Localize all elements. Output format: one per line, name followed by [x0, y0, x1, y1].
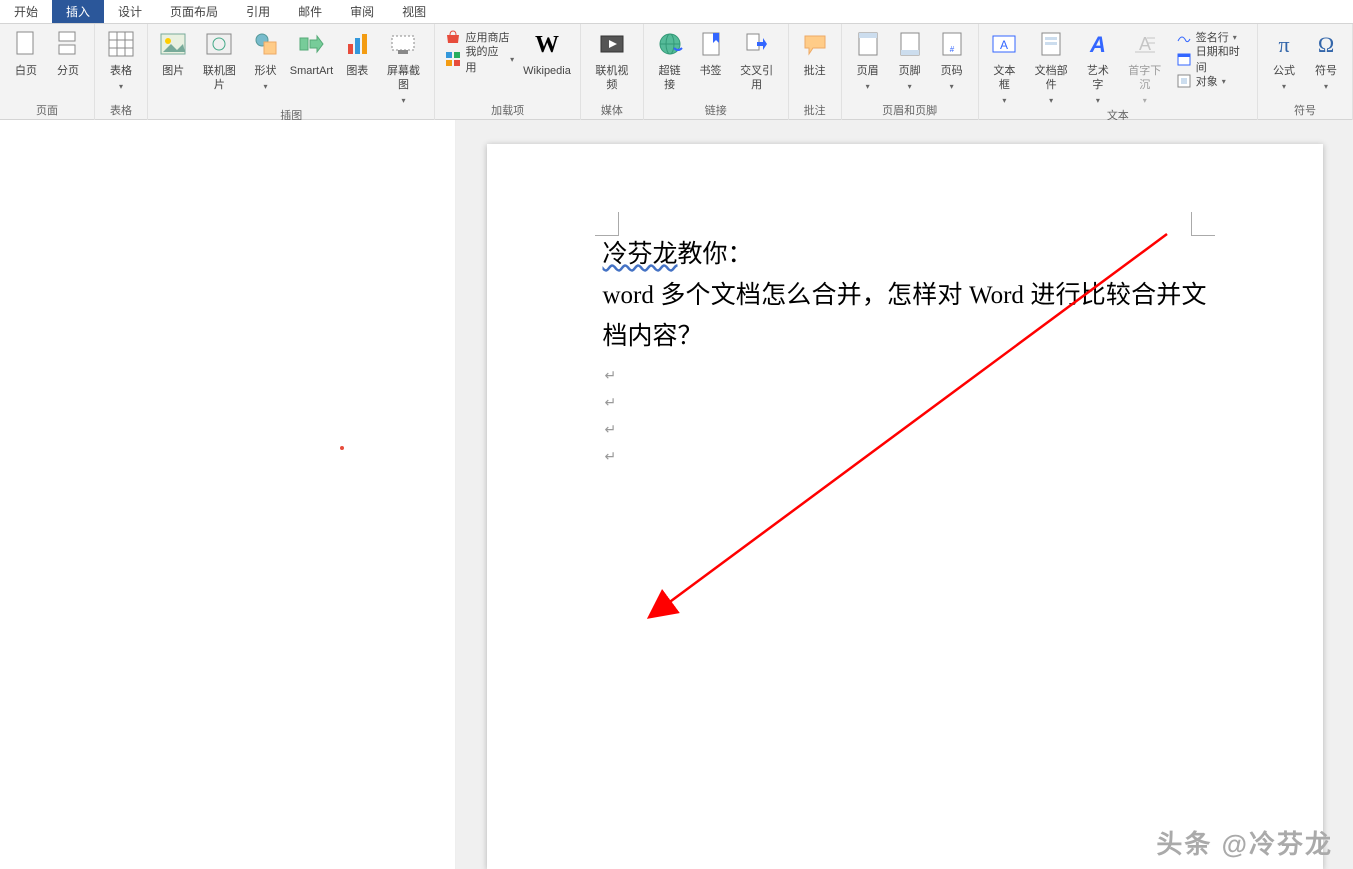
ribbon-tabs: 开始 插入 设计 页面布局 引用 邮件 审阅 视图 [0, 0, 1353, 24]
chart-button[interactable]: 图表 [338, 26, 376, 80]
smartart-icon [295, 28, 327, 60]
table-icon [105, 28, 137, 60]
parts-icon [1035, 28, 1067, 60]
tab-references[interactable]: 引用 [232, 0, 284, 23]
group-illustrations: 图片 联机图片 形状 SmartArt 图表 屏幕截图 插 [148, 24, 435, 120]
page-number-icon: # [936, 28, 968, 60]
tab-view[interactable]: 视图 [388, 0, 440, 23]
group-pages: 白页 分页 页面 [0, 24, 95, 120]
quick-parts-button[interactable]: 文档部件 [1026, 26, 1076, 107]
equation-icon: π [1268, 28, 1300, 60]
hyperlink-button[interactable]: 超链接 [650, 26, 689, 94]
tab-insert[interactable]: 插入 [52, 0, 104, 23]
workspace: 冷芬龙教你： word 多个文档怎么合并，怎样对 Word 进行比较合并文档内容… [0, 120, 1353, 869]
tab-mail[interactable]: 邮件 [284, 0, 336, 23]
group-links: 超链接 书签 交叉引用 链接 [644, 24, 789, 120]
shapes-button[interactable]: 形状 [246, 26, 284, 93]
bookmark-icon [695, 28, 727, 60]
watermark: 头条 @冷芬龙 [1156, 824, 1333, 861]
my-apps-button[interactable]: 我的应用 [441, 48, 518, 70]
group-label-links: 链接 [705, 102, 727, 118]
group-label-header-footer: 页眉和页脚 [882, 102, 937, 118]
equation-button[interactable]: π 公式 [1264, 26, 1304, 93]
group-header-footer: 页眉 页脚 # 页码 页眉和页脚 [842, 24, 979, 120]
page-break-button[interactable]: 分页 [48, 26, 88, 80]
red-arrow-annotation [547, 214, 1247, 694]
object-button[interactable]: 对象 [1172, 70, 1251, 92]
tab-review[interactable]: 审阅 [336, 0, 388, 23]
group-comments: 批注 批注 [789, 24, 842, 120]
drop-cap-icon: A [1129, 28, 1161, 60]
wikipedia-button[interactable]: W Wikipedia [520, 26, 574, 80]
store-icon [445, 29, 461, 45]
document-page[interactable]: 冷芬龙教你： word 多个文档怎么合并，怎样对 Word 进行比较合并文档内容… [487, 144, 1323, 869]
group-symbols: π 公式 Ω 符号 符号 [1258, 24, 1353, 120]
group-tables: 表格 表格 [95, 24, 148, 120]
date-icon [1176, 51, 1192, 67]
navigation-pane[interactable] [0, 120, 456, 869]
cross-reference-button[interactable]: 交叉引用 [732, 26, 782, 94]
my-apps-icon [445, 51, 461, 67]
svg-text:W: W [535, 32, 559, 58]
hyperlink-icon [654, 28, 686, 60]
svg-text:π: π [1278, 32, 1289, 57]
online-picture-icon [203, 28, 235, 60]
textbox-button[interactable]: A 文本框 [985, 26, 1025, 107]
svg-text:A: A [1089, 32, 1106, 57]
video-icon [596, 28, 628, 60]
chart-icon [341, 28, 373, 60]
textbox-icon: A [988, 28, 1020, 60]
tab-design[interactable]: 设计 [104, 0, 156, 23]
symbol-button[interactable]: Ω 符号 [1306, 26, 1346, 93]
picture-icon [157, 28, 189, 60]
group-label-tables: 表格 [110, 102, 132, 118]
footer-button[interactable]: 页脚 [890, 26, 930, 93]
group-label-pages: 页面 [36, 102, 58, 118]
date-time-button[interactable]: 日期和时间 [1172, 48, 1251, 70]
group-label-symbols: 符号 [1294, 102, 1316, 118]
svg-text:A: A [1139, 34, 1151, 54]
tab-home[interactable]: 开始 [0, 0, 52, 23]
pictures-button[interactable]: 图片 [154, 26, 192, 80]
group-text: A 文本框 文档部件 A 艺术字 A 首字下沉 签名行 [979, 24, 1258, 120]
table-button[interactable]: 表格 [101, 26, 141, 93]
group-addins: 应用商店 我的应用 W Wikipedia 加载项 [435, 24, 580, 120]
page-break-icon [52, 28, 84, 60]
group-media: 联机视频 媒体 [581, 24, 644, 120]
footer-icon [894, 28, 926, 60]
shapes-icon [250, 28, 282, 60]
wordart-button[interactable]: A 艺术字 [1078, 26, 1118, 107]
document-area[interactable]: 冷芬龙教你： word 多个文档怎么合并，怎样对 Word 进行比较合并文档内容… [456, 120, 1353, 869]
online-video-button[interactable]: 联机视频 [587, 26, 637, 94]
ribbon: 白页 分页 页面 表格 表格 图片 联机图片 [0, 24, 1353, 120]
comment-icon [799, 28, 831, 60]
tab-layout[interactable]: 页面布局 [156, 0, 232, 23]
drop-cap-button[interactable]: A 首字下沉 [1120, 26, 1170, 107]
header-icon [852, 28, 884, 60]
wikipedia-icon: W [531, 28, 563, 60]
online-pictures-button[interactable]: 联机图片 [194, 26, 244, 94]
object-icon [1176, 73, 1192, 89]
smartart-button[interactable]: SmartArt [287, 26, 336, 80]
cross-ref-icon [741, 28, 773, 60]
bookmark-button[interactable]: 书签 [691, 26, 729, 80]
comment-button[interactable]: 批注 [795, 26, 835, 80]
group-label-media: 媒体 [601, 102, 623, 118]
page-number-button[interactable]: # 页码 [932, 26, 972, 93]
blank-page-button[interactable]: 白页 [6, 26, 46, 80]
blank-page-icon [10, 28, 42, 60]
svg-text:Ω: Ω [1318, 32, 1334, 57]
marker-dot [340, 446, 344, 450]
symbol-icon: Ω [1310, 28, 1342, 60]
screenshot-button[interactable]: 屏幕截图 [379, 26, 429, 107]
wordart-icon: A [1082, 28, 1114, 60]
group-label-addins: 加载项 [491, 102, 524, 118]
signature-icon [1176, 29, 1192, 45]
svg-text:A: A [1000, 38, 1008, 52]
svg-text:#: # [949, 45, 954, 54]
group-label-comments: 批注 [804, 102, 826, 118]
header-button[interactable]: 页眉 [848, 26, 888, 93]
screenshot-icon [387, 28, 419, 60]
